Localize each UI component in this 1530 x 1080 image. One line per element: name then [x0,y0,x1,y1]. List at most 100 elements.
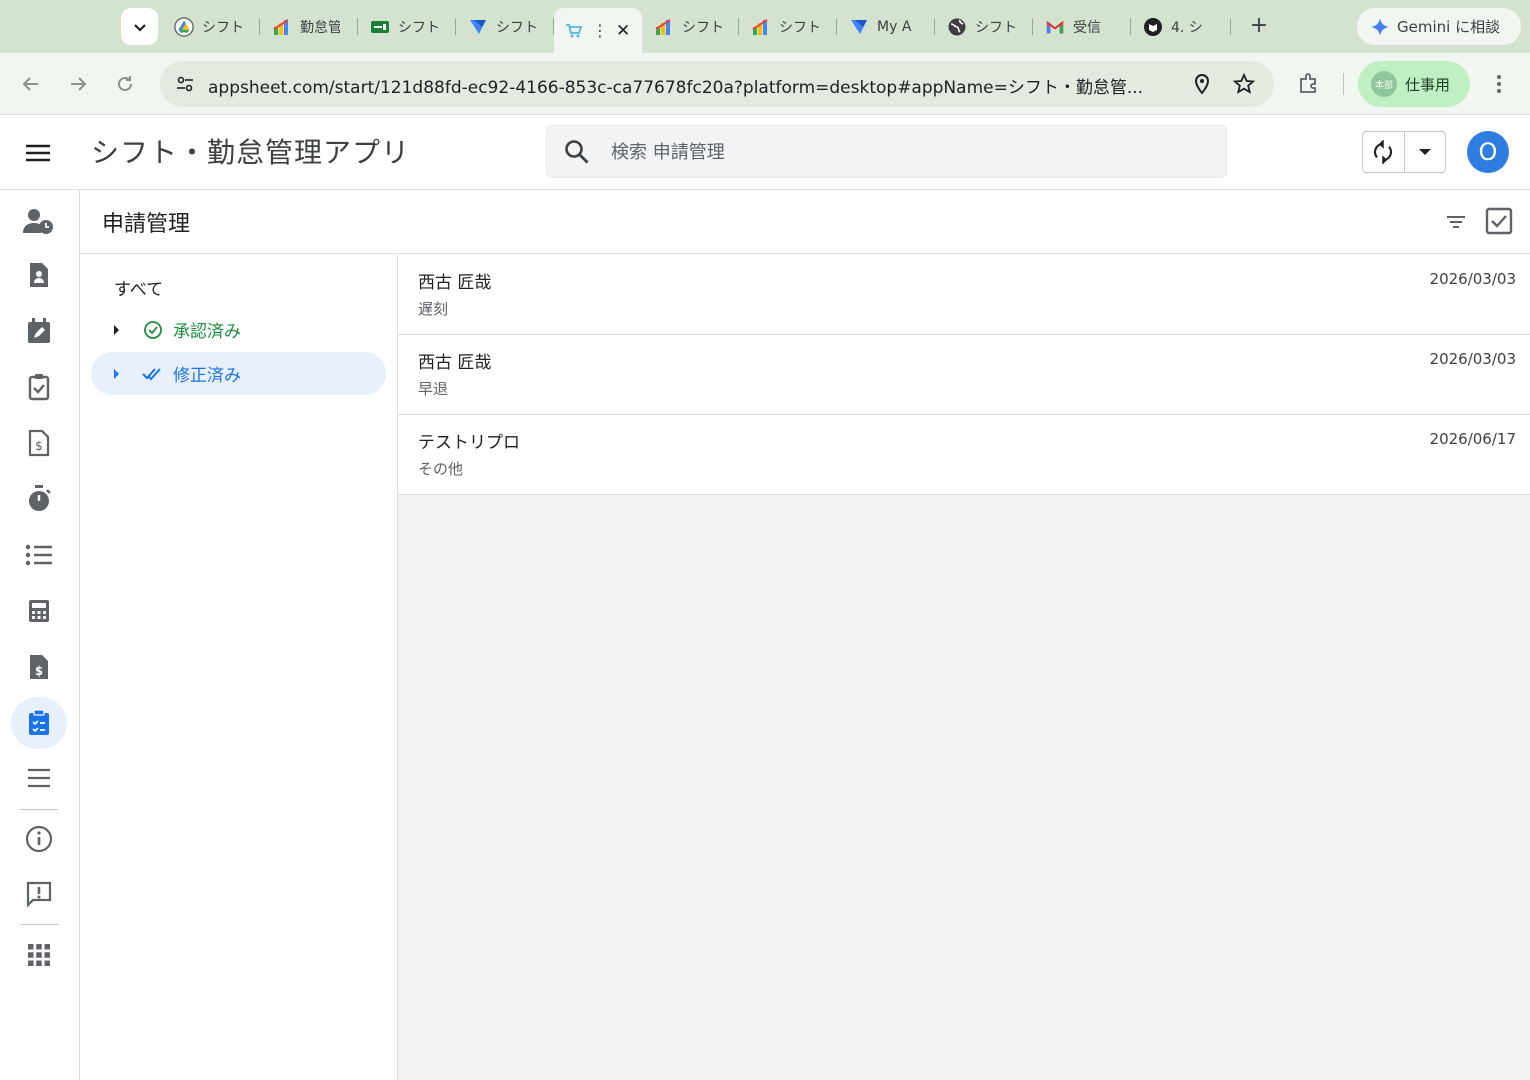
forms-icon [849,17,869,37]
browser-tab[interactable]: シフト [358,8,456,45]
browser-tab-strip: シフト 勤怠管 シフト シフト ⋮ ✕ シフト シフト My A シフト 受信 … [0,0,1530,53]
row-type: 早退 [418,380,449,398]
cart-icon [564,21,584,41]
close-tab-icon[interactable]: ✕ [616,21,630,41]
clipboard-check-icon [28,374,50,401]
sync-button-group [1362,131,1446,173]
bookmark-star-icon[interactable] [1231,71,1257,97]
nav-feedback[interactable] [11,868,67,920]
calculator-icon [29,600,49,622]
extensions-icon[interactable] [1296,70,1324,98]
nav-timer[interactable] [11,473,67,525]
reload-icon [118,76,132,91]
table-row[interactable]: 西古 匠哉 遅刻 2026/03/03 [398,255,1530,335]
list-icon [25,544,52,566]
browser-tab[interactable]: シフト [935,8,1033,45]
nav-document[interactable] [11,249,67,301]
gemini-button[interactable]: Gemini に相談 [1357,8,1521,45]
nav-invoice[interactable]: $ [11,417,67,469]
nav-calculator[interactable] [11,585,67,637]
reload-button[interactable] [110,69,140,99]
row-type: その他 [418,460,464,478]
user-clock-icon [23,209,53,234]
appsheet-icon [272,17,292,37]
sync-button[interactable] [1363,132,1404,172]
nav-clipboard-check[interactable] [11,361,67,413]
group-item-approved[interactable]: 承認済み [91,308,386,351]
rail-separator [20,809,58,810]
filter-button[interactable] [1442,208,1470,236]
forms-icon [468,17,488,37]
nav-menu[interactable] [11,752,67,804]
sync-dropdown-button[interactable] [1403,132,1445,172]
page-header: 申請管理 [80,190,1530,254]
search-icon [563,138,591,166]
nav-about[interactable] [11,813,67,865]
calendar-edit-icon [28,318,50,343]
browser-tab-active[interactable]: ⋮ ✕ [554,8,642,53]
nav-calendar-edit[interactable] [11,305,67,357]
page-title: 申請管理 [102,212,191,237]
nav-payroll[interactable]: $ [11,641,67,693]
caret-down-icon [1418,149,1431,155]
location-pin-icon[interactable] [1189,71,1215,97]
nav-apps[interactable] [11,929,67,981]
browser-tab[interactable]: 勤怠管 [260,8,358,45]
caret-right-icon[interactable] [105,368,127,380]
feedback-icon [26,881,52,908]
group-panel: すべて 承認済み 修正済み [80,255,398,1080]
nav-attendance[interactable] [11,195,67,247]
row-date: 2026/03/03 [1429,270,1516,288]
browser-tab[interactable]: シフト [456,8,554,45]
row-name: テストリプロ [418,433,520,453]
apps-grid-icon [28,944,50,966]
new-tab-button[interactable]: + [1246,14,1272,40]
google-drive-icon [174,16,194,37]
svg-text:$: $ [35,664,43,678]
back-button[interactable] [16,69,46,99]
browser-tab[interactable]: シフト [162,8,260,45]
group-item-modified[interactable]: 修正済み [91,352,386,395]
url-text[interactable]: appsheet.com/start/121d88fd-ec92-4166-85… [208,73,1168,98]
browser-tab[interactable]: 4. シ [1131,8,1231,45]
globe-icon [947,17,967,37]
appsheet-icon [751,17,771,37]
search-input[interactable] [611,138,1211,166]
clipboard-list-icon [29,709,49,735]
row-name: 西古 匠哉 [418,353,492,373]
group-all[interactable]: すべて [114,275,163,300]
tab-menu-icon[interactable]: ⋮ [592,21,608,40]
select-mode-button[interactable] [1484,206,1514,236]
stopwatch-icon [29,485,51,511]
browser-tabs: シフト 勤怠管 シフト シフト ⋮ ✕ シフト シフト My A シフト 受信 … [162,8,1231,53]
table-row[interactable]: 西古 匠哉 早退 2026/03/03 [398,335,1530,415]
forward-button[interactable] [63,69,93,99]
browser-menu-icon[interactable] [1486,71,1512,97]
arrow-left-icon [22,77,38,91]
payroll-document-icon: $ [30,655,48,679]
menu-lines-icon [28,768,50,788]
checkbox-checked-icon [1485,207,1513,235]
svg-text:$: $ [35,439,43,453]
profile-chip[interactable]: 本部 仕事用 [1358,61,1470,107]
info-icon [25,825,53,853]
caret-right-icon[interactable] [105,324,127,336]
browser-tab[interactable]: 受信 [1033,8,1131,45]
row-name: 西古 匠哉 [418,273,492,293]
tab-search-button[interactable] [121,8,158,45]
browser-tab[interactable]: My A [837,8,935,45]
rail-separator [20,924,58,925]
table-row[interactable]: テストリプロ その他 2026/06/17 [398,415,1530,495]
invoice-dollar-icon: $ [28,429,50,457]
browser-toolbar: appsheet.com/start/121d88fd-ec92-4166-85… [0,53,1530,115]
address-bar[interactable]: appsheet.com/start/121d88fd-ec92-4166-85… [160,61,1274,107]
app-header: シフト・勤怠管理アプリ O [0,115,1530,190]
browser-tab[interactable]: シフト [642,8,739,45]
user-avatar[interactable]: O [1467,131,1509,173]
site-info-icon[interactable] [170,69,200,99]
hamburger-menu-icon[interactable] [24,139,52,167]
nav-list[interactable] [11,529,67,581]
browser-tab[interactable]: シフト [739,8,837,45]
search-box [546,125,1227,178]
nav-requests[interactable] [11,697,67,749]
